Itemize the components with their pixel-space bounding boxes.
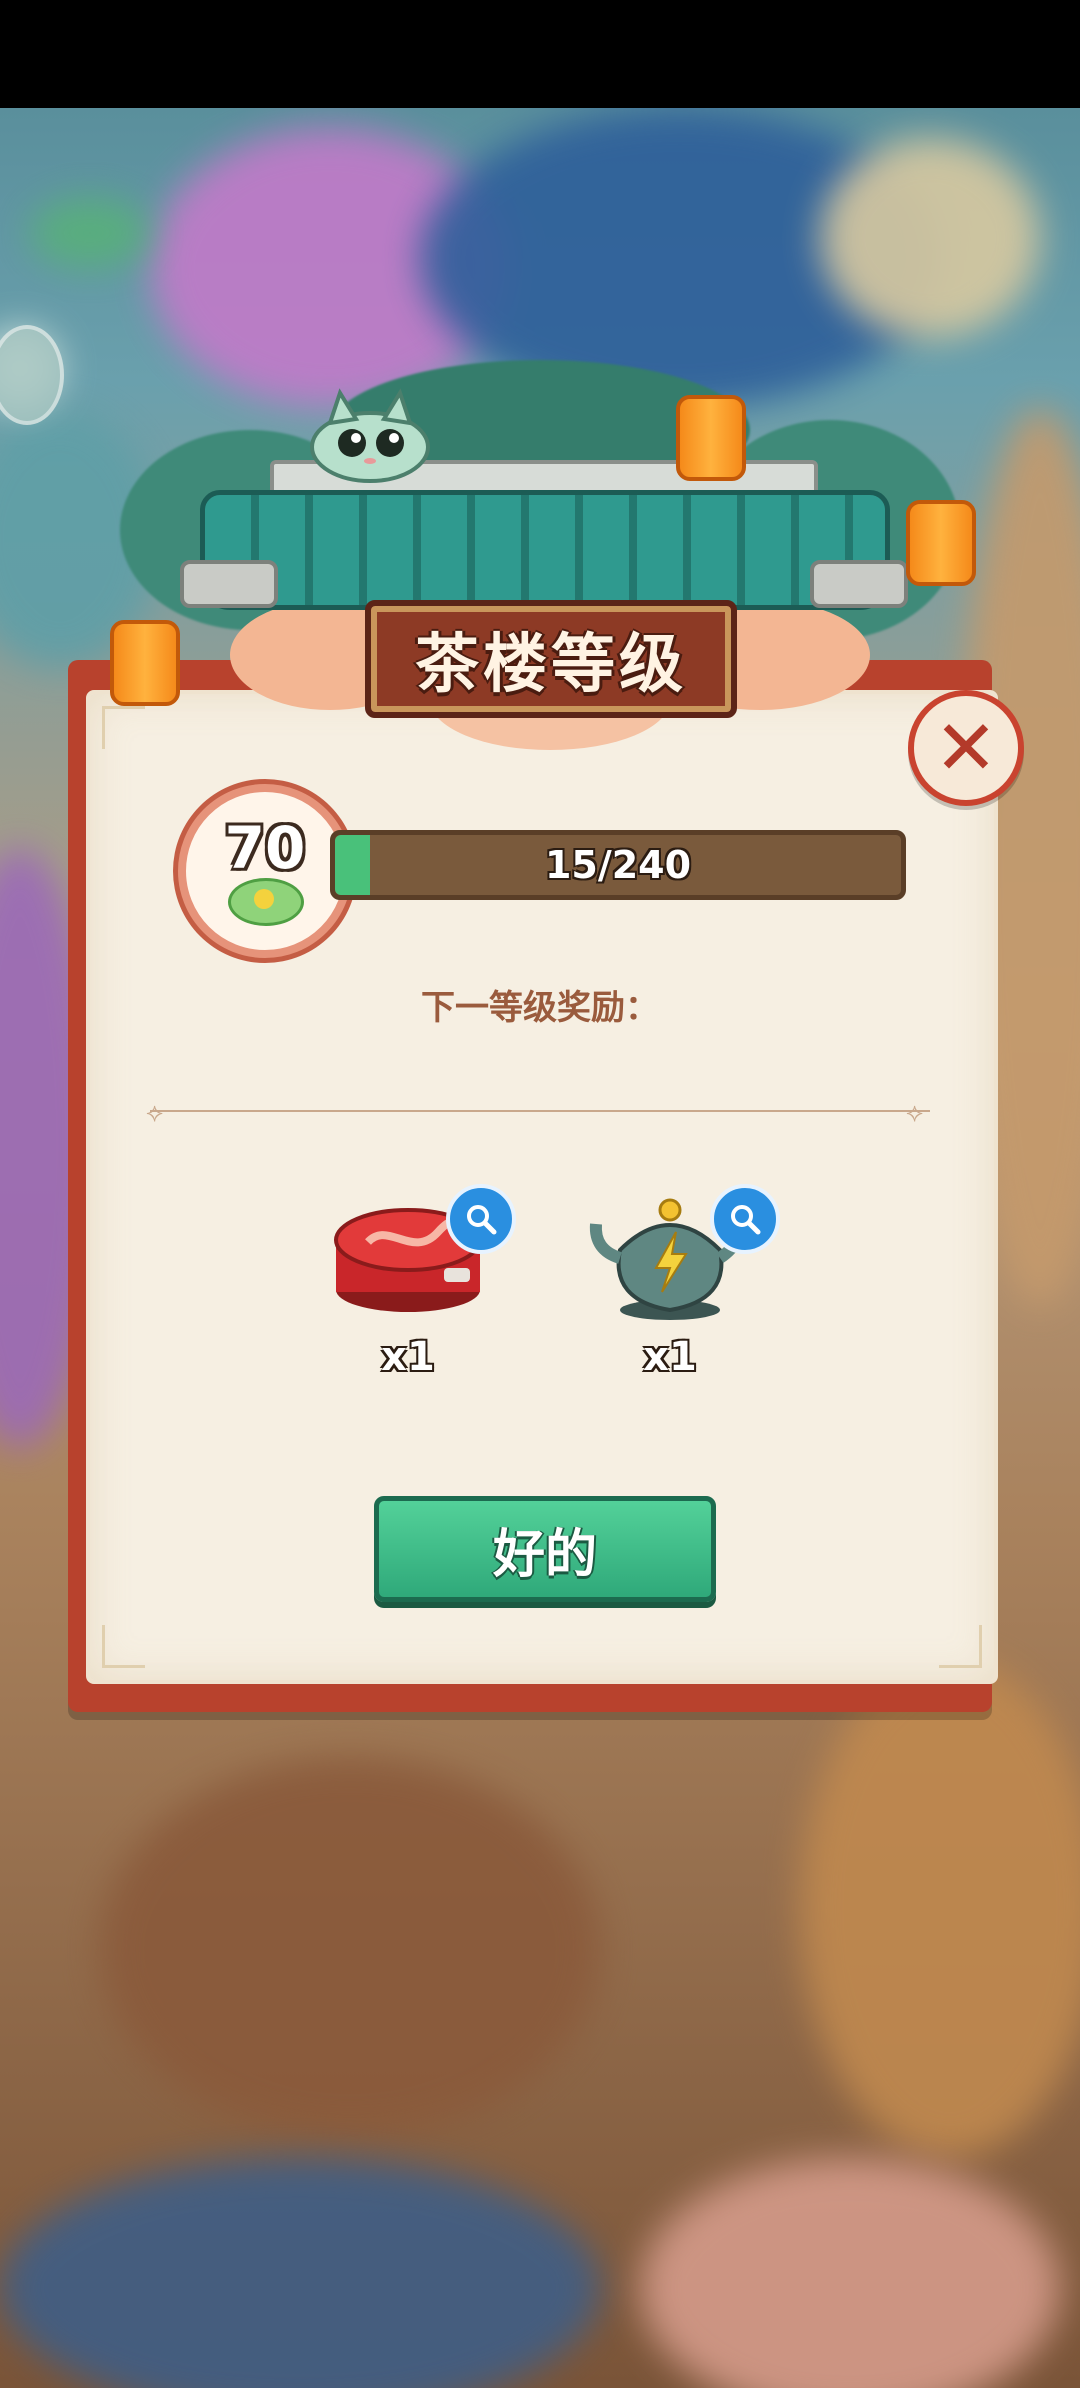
ok-button[interactable]: 好的: [374, 1496, 716, 1602]
status-bar: [0, 0, 1080, 108]
lantern-icon: [676, 395, 746, 481]
progress-label: 15/240: [544, 843, 692, 887]
roof-tiles: [200, 490, 890, 610]
dialog-title: 茶楼等级: [415, 628, 687, 702]
reward-quantity: x1: [643, 1334, 697, 1380]
roof-edge-right: [810, 560, 908, 608]
lantern-icon: [906, 500, 976, 586]
ok-button-label: 好的: [492, 1524, 597, 1585]
cat-mascot-icon: [310, 388, 430, 483]
reward-quantity: x1: [381, 1334, 435, 1380]
close-icon: ✕: [934, 703, 998, 792]
lantern-icon: [110, 620, 180, 706]
divider: [150, 1110, 930, 1112]
magnify-icon[interactable]: [710, 1184, 780, 1254]
level-number: 70: [224, 814, 306, 882]
level-progress-bar: 15/240: [330, 830, 906, 900]
divider-ornament-left-icon: ⟡: [146, 1098, 164, 1128]
magnify-icon[interactable]: [446, 1184, 516, 1254]
flower-icon: [228, 878, 304, 926]
title-plaque: 茶楼等级: [365, 600, 737, 718]
level-badge: 70: [178, 784, 352, 958]
close-button[interactable]: ✕: [908, 690, 1024, 806]
divider-ornament-right-icon: ⟡: [906, 1098, 924, 1128]
roof-edge-left: [180, 560, 278, 608]
next-level-reward-label: 下一等级奖励：: [421, 988, 659, 1028]
